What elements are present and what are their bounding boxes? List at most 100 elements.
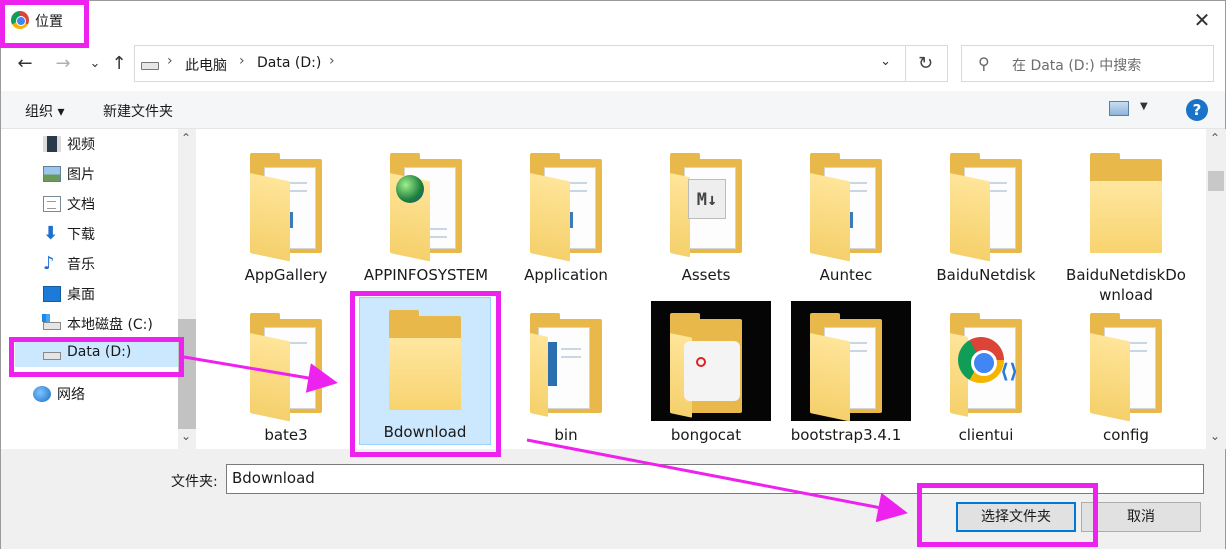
refresh-icon: ↻ <box>918 53 934 74</box>
pictures-icon <box>43 166 61 182</box>
drive-icon <box>141 62 159 70</box>
folder-icon <box>246 311 326 422</box>
folder-name: clientui <box>958 426 1014 444</box>
drive-c-icon <box>42 314 61 330</box>
empty-folder-icon <box>1086 151 1166 256</box>
folder-item[interactable]: APPINFOSYSTEM <box>361 141 491 291</box>
close-button[interactable]: ✕ <box>1189 7 1215 33</box>
command-bar: 组织 ▾ 新建文件夹 ▼ <box>1 91 1225 129</box>
sidebar-item-videos[interactable]: 视频 <box>41 131 181 157</box>
up-arrow-icon[interactable]: ↑ <box>109 54 129 74</box>
folder-name: bate3 <box>264 426 308 444</box>
folder-name: APPINFOSYSTEM <box>363 266 489 284</box>
desktop-icon <box>43 286 61 302</box>
scroll-up-icon[interactable]: ⌃ <box>181 131 191 145</box>
download-icon: ⬇ <box>43 223 59 244</box>
breadcrumb-separator: › <box>167 53 173 69</box>
sidebar-item-label: 本地磁盘 (C:) <box>67 317 153 333</box>
folder-item[interactable]: Auntec <box>781 141 911 291</box>
sidebar-item-label: 音乐 <box>67 257 95 273</box>
view-mode-icon[interactable] <box>1109 101 1129 116</box>
folder-item[interactable]: AppGallery <box>221 141 351 291</box>
search-input[interactable]: ⚲ 在 Data (D:) 中搜索 <box>961 45 1214 82</box>
annotation-box-title <box>0 0 89 48</box>
annotation-box-bdownload <box>350 291 501 457</box>
folder-item[interactable]: BaiduNetdisk <box>921 141 1051 291</box>
markdown-folder-icon: M↓ <box>666 151 746 258</box>
sidebar-item-label: 下载 <box>67 227 95 243</box>
scroll-down-icon[interactable]: ⌄ <box>1210 429 1220 443</box>
sidebar-scrollbar[interactable]: ⌃ ⌄ <box>178 129 196 449</box>
file-list-scrollbar[interactable]: ⌃ ⌄ <box>1206 129 1226 449</box>
folder-item[interactable]: config <box>1061 301 1191 451</box>
breadcrumb-this-pc[interactable]: 此电脑 <box>185 55 227 75</box>
sidebar-item-label: 视频 <box>67 137 95 153</box>
folder-item[interactable]: BaiduNetdiskDownload <box>1061 141 1191 304</box>
folder-item[interactable]: bin <box>501 301 631 451</box>
annotation-box-drive-d <box>9 337 184 377</box>
address-history-chevron-icon[interactable]: ⌄ <box>880 54 891 69</box>
web-folder-icon <box>386 151 466 262</box>
folder-icon <box>246 151 326 262</box>
sidebar-item-desktop[interactable]: 桌面 <box>41 281 181 307</box>
folder-name: Auntec <box>819 266 873 284</box>
globe-icon <box>396 175 424 203</box>
music-icon: ♪ <box>43 253 55 274</box>
folder-name: bin <box>554 426 578 444</box>
recent-locations-chevron-icon[interactable]: ⌄ <box>85 54 105 74</box>
folder-name: Assets <box>681 266 731 284</box>
scroll-up-icon[interactable]: ⌃ <box>1210 131 1220 145</box>
breadcrumb-separator: › <box>329 53 335 69</box>
scrollbar-thumb[interactable] <box>1208 171 1224 191</box>
folder-name: AppGallery <box>244 266 328 284</box>
search-icon: ⚲ <box>978 54 990 73</box>
folder-item[interactable]: bate3 <box>221 301 351 451</box>
breadcrumb-separator: › <box>239 53 245 69</box>
navigation-pane: 视频 图片 文档 ⬇ 下载 ♪ 音乐 桌面 本地磁盘 (C:) Data (D:… <box>1 129 196 449</box>
sidebar-item-label: 桌面 <box>67 287 95 303</box>
documents-icon <box>43 196 61 212</box>
title-bar: 位置 ✕ <box>1 1 1225 39</box>
back-arrow-icon[interactable]: ← <box>15 54 35 74</box>
folder-item[interactable]: M↓ Assets <box>641 141 771 291</box>
sidebar-item-music[interactable]: ♪ 音乐 <box>41 251 181 277</box>
sidebar-item-pictures[interactable]: 图片 <box>41 161 181 187</box>
sidebar-item-documents[interactable]: 文档 <box>41 191 181 217</box>
sidebar-item-label: 文档 <box>67 197 95 213</box>
sidebar-item-label: 图片 <box>67 167 95 183</box>
address-bar[interactable]: › 此电脑 › Data (D:) › ⌄ <box>134 45 906 82</box>
annotation-box-select-button <box>917 483 1098 547</box>
forward-arrow-icon[interactable]: → <box>53 54 73 74</box>
sidebar-item-downloads[interactable]: ⬇ 下载 <box>41 221 181 247</box>
folder-item[interactable]: bootstrap3.4.1 <box>781 301 911 451</box>
refresh-button[interactable]: ↻ <box>906 45 948 82</box>
markdown-icon: M↓ <box>688 179 726 219</box>
folder-name: bongocat <box>670 426 742 444</box>
folder-item[interactable]: Application <box>501 141 631 291</box>
folder-name: bootstrap3.4.1 <box>790 426 902 444</box>
sidebar-item-drive-c[interactable]: 本地磁盘 (C:) <box>41 311 181 337</box>
new-folder-button[interactable]: 新建文件夹 <box>103 101 173 121</box>
folder-icon <box>526 151 606 262</box>
help-icon[interactable]: ? <box>1186 99 1208 121</box>
organize-menu[interactable]: 组织 ▾ <box>25 101 64 121</box>
folder-icon <box>806 151 886 262</box>
folder-icon <box>526 311 606 417</box>
cat-eye-icon <box>696 357 706 367</box>
vscode-icon: ⟨⟩ <box>1000 359 1019 383</box>
search-placeholder: 在 Data (D:) 中搜索 <box>1012 58 1142 74</box>
folder-icon <box>1086 311 1166 422</box>
scroll-down-icon[interactable]: ⌄ <box>181 429 191 443</box>
folder-name: BaiduNetdisk <box>936 266 1036 284</box>
sidebar-item-network[interactable]: 网络 <box>31 381 171 407</box>
chrome-icon <box>958 337 1004 383</box>
view-options-dropdown-icon[interactable]: ▼ <box>1140 101 1148 112</box>
cancel-button[interactable]: 取消 <box>1081 502 1201 532</box>
chrome-folder-icon: ⟨⟩ <box>946 311 1026 417</box>
folder-name: config <box>1103 426 1149 444</box>
folder-item[interactable]: ⟨⟩ clientui <box>921 301 1051 451</box>
bootstrap-folder-icon <box>791 301 911 422</box>
breadcrumb-data-d[interactable]: Data (D:) <box>257 55 321 71</box>
folder-name: BaiduNetdiskDownload <box>1066 266 1186 304</box>
folder-item[interactable]: bongocat <box>641 301 771 451</box>
